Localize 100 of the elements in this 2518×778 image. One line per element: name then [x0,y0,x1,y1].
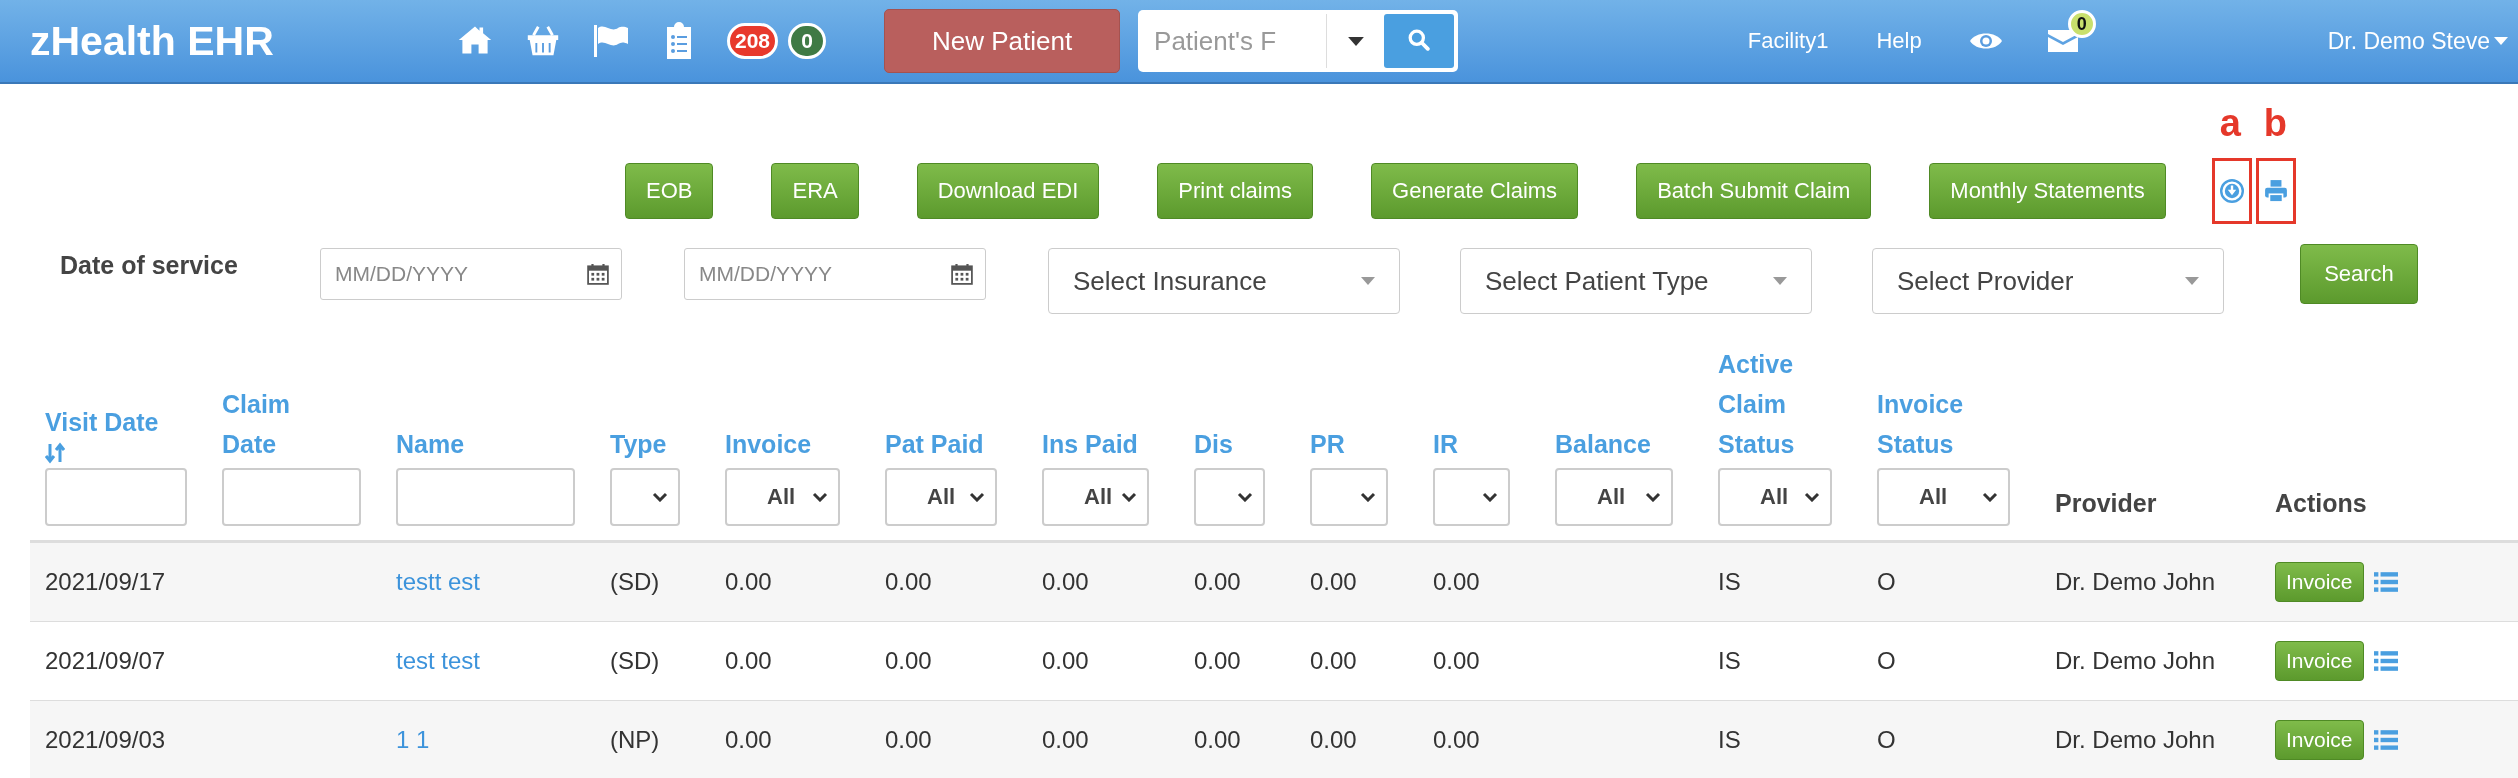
count-badge[interactable]: 208 [727,23,779,59]
filter-select[interactable]: All [725,468,840,526]
sort-icon[interactable] [45,442,65,464]
patient-name-link[interactable]: 1 1 [396,726,430,753]
column-header[interactable]: Invoice [725,424,845,464]
toolbar-button[interactable]: Generate Claims [1371,163,1579,219]
chevron-icon [969,492,985,502]
table-cell: 0.00 [1194,568,1241,595]
facility-link[interactable]: Facility1 [1747,28,1829,54]
search-button[interactable]: Search [2300,244,2418,304]
filter-select[interactable]: All [885,468,997,526]
filter-select[interactable]: All [1555,468,1673,526]
table-cell: 0.00 [1310,647,1357,674]
toolbar-button[interactable]: Download EDI [916,163,1100,219]
chevron-icon [1804,492,1820,502]
envelope-icon[interactable] [2047,30,2078,52]
column-header[interactable]: Ins Paid [1042,424,1162,464]
invoice-button[interactable]: Invoice [2275,720,2364,760]
patient-name-link[interactable]: test test [396,647,481,674]
table-cell: O [1877,568,1896,595]
patient-search-field[interactable]: Patient's F [1138,10,1459,72]
invoice-button[interactable]: Invoice [2275,562,2364,602]
search-button[interactable] [1384,14,1455,68]
table-cell: 0.00 [725,726,772,753]
user-menu[interactable]: Dr. Demo Steve [2327,27,2508,55]
list-icon[interactable] [2373,571,2398,593]
table-cell: IS [1718,647,1741,674]
toolbar-button[interactable]: EOB [625,163,714,219]
table-cell: 0.00 [1433,568,1480,595]
printer-icon[interactable] [2263,179,2288,203]
help-link[interactable]: Help [1876,28,1922,54]
column-header[interactable]: IR [1433,424,1553,464]
chevron-icon [1121,492,1137,502]
eye-icon[interactable] [1969,31,2002,51]
filter-select[interactable]: All [1042,468,1149,526]
invoice-button[interactable]: Invoice [2275,641,2364,681]
list-icon[interactable] [2373,729,2398,751]
toolbar-button[interactable]: Print claims [1157,163,1314,219]
chevron-icon [1645,492,1661,502]
chevron-icon [1482,492,1498,502]
table-cell: IS [1718,726,1741,753]
caret-icon [2185,277,2199,285]
annotation-label: a [2219,102,2241,145]
count-badge[interactable]: 0 [788,23,827,59]
filter-select[interactable] [1194,468,1265,526]
filter-select[interactable]: All [1877,468,2010,526]
table-cell: (SD) [610,647,660,674]
table-cell: (NP) [610,726,660,753]
table-cell: O [1877,726,1896,753]
chevron-icon [1237,492,1253,502]
calendar-icon[interactable] [587,263,609,285]
table-cell: 0.00 [725,568,772,595]
toolbar-button[interactable]: Monthly Statements [1929,163,2166,219]
chevron-icon [1360,492,1376,502]
new-patient-button[interactable]: New Patient [884,9,1121,73]
column-header[interactable]: Visit Date [45,402,165,464]
column-header[interactable]: Invoice Status [1877,384,1997,464]
table-cell: 0.00 [725,647,772,674]
date-field[interactable]: MM/DD/YYYY [684,248,986,300]
column-header[interactable]: Name [396,424,516,464]
table-cell: 0.00 [1042,726,1089,753]
calendar-icon[interactable] [951,263,973,285]
filter-field[interactable] [396,468,575,526]
table-cell: 0.00 [885,568,932,595]
table-cell: 2021/09/17 [45,568,166,595]
caret-icon [1361,277,1375,285]
date-field[interactable]: MM/DD/YYYY [320,248,622,300]
select-dropdown[interactable]: Select Provider [1872,248,2224,314]
filter-select[interactable]: All [1718,468,1832,526]
column-header: Actions [2275,489,2368,518]
toolbar-button[interactable]: Batch Submit Claim [1636,163,1872,219]
chevron-icon [652,492,668,502]
table-cell: 0.00 [1042,647,1089,674]
filter-select[interactable] [610,468,680,526]
select-dropdown[interactable]: Select Insurance [1048,248,1400,314]
search-icon [1408,28,1431,51]
select-dropdown[interactable]: Select Patient Type [1460,248,1812,314]
filter-select[interactable] [1433,468,1510,526]
column-header[interactable]: PR [1310,424,1430,464]
table-cell: 0.00 [1194,726,1241,753]
chevron-icon [812,492,828,502]
patient-name-link[interactable]: testt est [396,568,481,595]
caret-icon [1773,277,1787,285]
column-header[interactable]: Pat Paid [885,424,1005,464]
column-header[interactable]: Active Claim Status [1718,344,1838,464]
list-icon[interactable] [2373,650,2398,672]
filter-field[interactable] [222,468,361,526]
filter-field[interactable] [45,468,187,526]
annotation-label: b [2263,102,2287,145]
toolbar-button[interactable]: ERA [771,163,859,219]
table-cell: 0.00 [1310,568,1357,595]
download-icon[interactable] [2219,179,2244,203]
column-header[interactable]: Balance [1555,424,1675,464]
table-cell: 2021/09/07 [45,647,166,674]
column-header[interactable]: Claim Date [222,384,342,464]
table-cell: 0.00 [1433,726,1480,753]
column-header: Provider [2055,489,2158,518]
caret-icon [2494,37,2508,45]
filter-select[interactable] [1310,468,1388,526]
app-logo[interactable]: zHealth EHR [30,17,455,65]
